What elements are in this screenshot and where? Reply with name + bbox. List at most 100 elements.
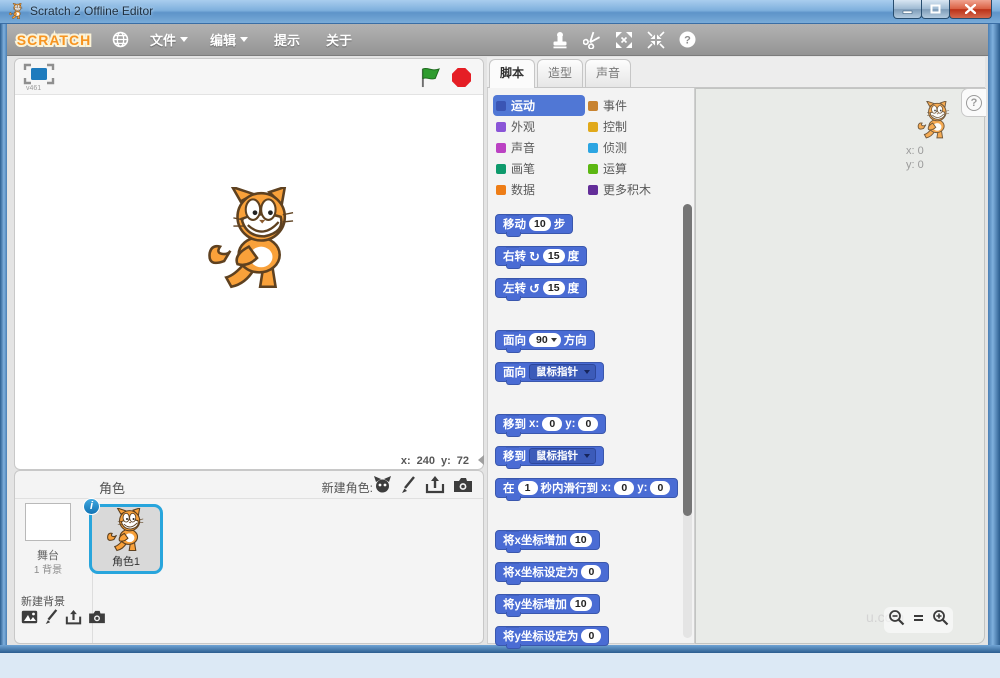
menu-file-label: 文件 <box>150 30 176 49</box>
block-goto-xy[interactable]: 移到x:0y:0 <box>495 414 606 434</box>
category-更多积木[interactable]: 更多积木 <box>585 179 689 200</box>
backdrop-library-icon[interactable] <box>21 610 38 629</box>
category-侦测[interactable]: 侦测 <box>585 137 689 158</box>
block-number-input[interactable]: 15 <box>543 249 565 263</box>
menu-file[interactable]: 文件 <box>144 30 194 49</box>
block-menu-dropdown[interactable]: 鼠标指针 <box>529 448 596 464</box>
upload-icon[interactable] <box>65 610 82 630</box>
dropdown-arrow-icon <box>240 37 248 42</box>
grow-sprite-icon[interactable] <box>615 31 633 49</box>
language-globe-icon[interactable] <box>112 31 129 48</box>
block-change-y[interactable]: 将y坐标增加10 <box>495 594 600 614</box>
minimize-button[interactable] <box>893 0 922 19</box>
block-goto-mouse[interactable]: 移到鼠标指针 <box>495 446 604 466</box>
tab-strip: 脚本 造型 声音 <box>487 57 985 88</box>
mouse-y-value: 72 <box>457 455 469 467</box>
block-number-input[interactable]: 10 <box>570 597 592 611</box>
stage-thumbnail[interactable] <box>25 503 71 541</box>
block-number-input[interactable]: 0 <box>650 481 670 495</box>
menu-edit[interactable]: 编辑 <box>204 30 254 49</box>
delete-scissors-icon[interactable] <box>583 31 601 49</box>
menu-tips[interactable]: 提示 <box>268 30 306 49</box>
palette-scrollbar-thumb[interactable] <box>683 204 692 516</box>
sprite-info-icon[interactable]: i <box>83 498 100 515</box>
category-color-chip <box>588 101 598 111</box>
block-text: x: <box>601 482 611 494</box>
paintbrush-icon[interactable] <box>400 476 417 499</box>
block-text: 度 <box>568 280 580 296</box>
block-number-input[interactable]: 0 <box>542 417 562 431</box>
block-turn-left[interactable]: 左转↺15度 <box>495 278 587 298</box>
tab-sounds[interactable]: 声音 <box>585 59 631 88</box>
menu-edit-label: 编辑 <box>210 30 236 49</box>
block-number-input[interactable]: 15 <box>543 281 565 295</box>
block-number-input[interactable]: 0 <box>581 565 601 579</box>
block-text: 步 <box>554 216 566 232</box>
block-point-towards[interactable]: 面向鼠标指针 <box>495 362 604 382</box>
zoom-out-icon[interactable] <box>888 609 905 631</box>
help-icon[interactable]: ? <box>679 31 696 48</box>
stage-sprite-cat[interactable] <box>203 187 307 295</box>
camera-icon[interactable] <box>88 610 106 629</box>
close-icon <box>965 4 976 14</box>
sprite-thumbnail-sprite1[interactable]: i 角色1 <box>89 504 163 574</box>
upload-icon[interactable] <box>425 476 445 499</box>
palette-scrollbar[interactable] <box>683 204 692 638</box>
block-move-steps[interactable]: 移动10步 <box>495 214 573 234</box>
block-text: x: <box>529 418 539 430</box>
block-number-input[interactable]: 10 <box>570 533 592 547</box>
scratch-logo: SCRATCH <box>13 29 95 51</box>
category-画笔[interactable]: 画笔 <box>493 158 585 179</box>
block-set-x[interactable]: 将x坐标设定为0 <box>495 562 609 582</box>
block-number-input[interactable]: 0 <box>581 629 601 643</box>
block-number-input[interactable]: 10 <box>529 217 551 231</box>
green-flag-icon[interactable] <box>420 67 441 88</box>
block-number-input[interactable]: 1 <box>518 481 538 495</box>
block-turn-right[interactable]: 右转↻15度 <box>495 246 587 266</box>
category-运动[interactable]: 运动 <box>493 95 585 116</box>
shrink-sprite-icon[interactable] <box>647 31 665 49</box>
block-text: y: <box>637 482 647 494</box>
duplicate-stamp-icon[interactable] <box>551 31 569 49</box>
block-change-x[interactable]: 将x坐标增加10 <box>495 530 600 550</box>
category-数据[interactable]: 数据 <box>493 179 585 200</box>
category-控制[interactable]: 控制 <box>585 116 689 137</box>
stage-panel: v461 x: 240 y: 72 <box>14 58 484 470</box>
block-text: 右转 <box>503 248 526 264</box>
minimize-icon <box>902 5 913 14</box>
zoom-in-icon[interactable] <box>932 609 949 631</box>
category-外观[interactable]: 外观 <box>493 116 585 137</box>
camera-icon[interactable] <box>453 477 473 498</box>
block-point-direction[interactable]: 面向90方向 <box>495 330 595 350</box>
block-set-y[interactable]: 将y坐标设定为0 <box>495 626 609 646</box>
fullscreen-icon[interactable] <box>23 63 55 85</box>
maximize-button[interactable] <box>921 0 950 19</box>
category-color-chip <box>496 122 506 132</box>
category-声音[interactable]: 声音 <box>493 137 585 158</box>
block-menu-dropdown[interactable]: 鼠标指针 <box>529 364 596 380</box>
close-button[interactable] <box>949 0 992 19</box>
stop-icon[interactable] <box>452 68 471 87</box>
block-text: 将x坐标增加 <box>503 532 567 548</box>
help-side-tab[interactable]: ? <box>961 88 986 117</box>
menu-about[interactable]: 关于 <box>320 30 358 49</box>
window-title: Scratch 2 Offline Editor <box>30 4 153 18</box>
paintbrush-icon[interactable] <box>44 609 59 630</box>
zoom-reset-icon[interactable] <box>912 611 925 629</box>
stage-backdrop-count: 1 背景 <box>15 561 81 576</box>
script-area[interactable]: u.com x: 0 y: 0 <box>695 88 985 644</box>
collapse-arrow-icon[interactable] <box>478 455 484 465</box>
new-sprite-library-icon[interactable] <box>373 475 392 499</box>
tab-scripts[interactable]: 脚本 <box>489 59 535 89</box>
category-label: 侦测 <box>603 139 627 156</box>
category-label: 画笔 <box>511 160 535 177</box>
category-运算[interactable]: 运算 <box>585 158 689 179</box>
block-number-dropdown[interactable]: 90 <box>529 333 561 347</box>
category-事件[interactable]: 事件 <box>585 95 689 116</box>
zoom-controls <box>884 607 953 633</box>
block-number-input[interactable]: 0 <box>614 481 634 495</box>
block-glide[interactable]: 在1秒内滑行到x:0y:0 <box>495 478 678 498</box>
tab-costumes[interactable]: 造型 <box>537 59 583 88</box>
sprites-title: 角色 <box>99 478 125 497</box>
block-number-input[interactable]: 0 <box>578 417 598 431</box>
